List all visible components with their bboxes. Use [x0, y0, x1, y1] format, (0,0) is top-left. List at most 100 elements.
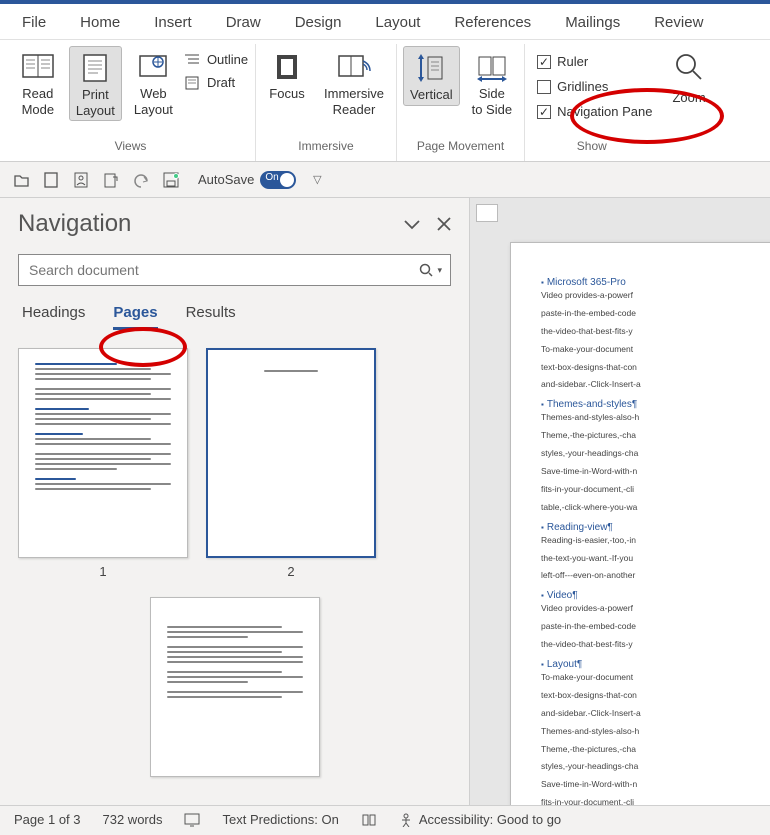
- doc-heading: Layout¶: [541, 659, 770, 670]
- doc-heading: Reading-view¶: [541, 522, 770, 533]
- tab-layout[interactable]: Layout: [363, 10, 432, 35]
- document-view[interactable]: Microsoft 365-Pro Video provides-a-power…: [470, 198, 770, 805]
- web-layout-button[interactable]: Web Layout: [128, 46, 179, 119]
- doc-text: styles,-your-headings-cha: [541, 448, 770, 460]
- doc-text: Themes-and-styles-also-h: [541, 412, 770, 424]
- nav-tabs: Headings Pages Results: [18, 304, 451, 330]
- doc-text: paste-in-the-embed-code: [541, 308, 770, 320]
- immersive-reader-label: Immersive Reader: [324, 86, 384, 117]
- outline-icon: [185, 53, 201, 67]
- customize-qat-icon[interactable]: ▽: [308, 171, 326, 189]
- focus-button[interactable]: Focus: [262, 46, 312, 104]
- outline-label: Outline: [207, 52, 248, 67]
- vertical-button[interactable]: Vertical: [403, 46, 460, 106]
- ruler-checkbox[interactable]: Ruler: [537, 52, 652, 71]
- read-mode-icon: [20, 50, 56, 84]
- tab-file[interactable]: File: [10, 10, 58, 35]
- tab-references[interactable]: References: [442, 10, 543, 35]
- status-page[interactable]: Page 1 of 3: [14, 812, 81, 827]
- doc-text: and-sidebar.-Click-Insert-a: [541, 708, 770, 720]
- main-area: Navigation ▾ Headings Pages Results: [0, 198, 770, 805]
- display-icon: [184, 813, 200, 827]
- search-box[interactable]: ▾: [18, 254, 451, 286]
- contact-icon[interactable]: [72, 171, 90, 189]
- checkbox-icon: [537, 80, 551, 94]
- tab-insert[interactable]: Insert: [142, 10, 204, 35]
- navigation-pane-checkbox[interactable]: Navigation Pane: [537, 102, 652, 121]
- side-to-side-label: Side to Side: [472, 86, 512, 117]
- print-layout-label: Print Layout: [76, 87, 115, 118]
- doc-heading: Themes-and-styles¶: [541, 399, 770, 410]
- status-text-predictions[interactable]: Text Predictions: On: [222, 812, 338, 827]
- doc-text: Video provides-a-powerf: [541, 290, 770, 302]
- doc-text: paste-in-the-embed-code: [541, 621, 770, 633]
- quick-access-toolbar: AutoSave On ▽: [0, 162, 770, 198]
- document-page[interactable]: Microsoft 365-Pro Video provides-a-power…: [510, 242, 770, 805]
- status-words[interactable]: 732 words: [103, 812, 163, 827]
- group-views: Read Mode Print Layout Web Layout Outlin…: [6, 44, 256, 161]
- immersive-group-label: Immersive: [298, 137, 353, 159]
- gridlines-label: Gridlines: [557, 79, 608, 94]
- doc-text: text-box-designs-that-con: [541, 362, 770, 374]
- draft-icon: [185, 76, 201, 90]
- print-layout-icon: [77, 51, 113, 85]
- tab-home[interactable]: Home: [68, 10, 132, 35]
- autosave-toggle[interactable]: AutoSave On: [198, 171, 296, 189]
- zoom-button[interactable]: Zoom: [666, 48, 711, 109]
- thumbnail-2-label: 2: [287, 564, 294, 579]
- tab-design[interactable]: Design: [283, 10, 354, 35]
- doc-text: left-off---even-on-another: [541, 570, 770, 582]
- undo-icon[interactable]: [132, 171, 150, 189]
- accessibility-label: Accessibility: Good to go: [419, 812, 561, 827]
- navigation-title: Navigation: [18, 210, 131, 238]
- chevron-down-icon[interactable]: [403, 218, 421, 230]
- autosave-label: AutoSave: [198, 172, 254, 187]
- thumbnail-page-1[interactable]: [18, 348, 188, 558]
- accessibility-icon: [399, 813, 413, 827]
- immersive-reader-icon: [336, 50, 372, 84]
- print-layout-button[interactable]: Print Layout: [69, 46, 122, 121]
- outline-button[interactable]: Outline: [185, 52, 248, 67]
- search-input[interactable]: [27, 261, 419, 279]
- doc-text: the-video-that-best-fits-y: [541, 639, 770, 651]
- doc-heading: Microsoft 365-Pro: [541, 277, 770, 288]
- gridlines-checkbox[interactable]: Gridlines: [537, 77, 652, 96]
- close-icon[interactable]: [437, 217, 451, 231]
- tab-draw[interactable]: Draw: [214, 10, 273, 35]
- tab-headings[interactable]: Headings: [22, 304, 85, 330]
- tab-mailings[interactable]: Mailings: [553, 10, 632, 35]
- book-icon: [361, 813, 377, 827]
- views-group-label: Views: [115, 137, 147, 159]
- checkbox-icon: [537, 55, 551, 69]
- page-movement-group-label: Page Movement: [417, 137, 504, 159]
- side-to-side-button[interactable]: Side to Side: [466, 46, 518, 119]
- navigation-pane: Navigation ▾ Headings Pages Results: [0, 198, 470, 805]
- immersive-reader-button[interactable]: Immersive Reader: [318, 46, 390, 119]
- tab-results[interactable]: Results: [186, 304, 236, 330]
- doc-text: table,-click-where-you-wa: [541, 502, 770, 514]
- status-accessibility[interactable]: Accessibility: Good to go: [399, 812, 561, 827]
- thumbnail-page-2[interactable]: [206, 348, 376, 558]
- tab-review[interactable]: Review: [642, 10, 715, 35]
- new-icon[interactable]: [42, 171, 60, 189]
- group-show: Ruler Gridlines Navigation Pane Show: [525, 44, 658, 161]
- doc-text: the-text-you-want.-If-you: [541, 553, 770, 565]
- ruler-corner: [476, 204, 498, 222]
- doc-text: Save-time-in-Word-with-n: [541, 779, 770, 791]
- thumbnail-1-label: 1: [99, 564, 106, 579]
- export-icon[interactable]: [102, 171, 120, 189]
- open-icon[interactable]: [12, 171, 30, 189]
- search-icon[interactable]: [419, 263, 433, 277]
- doc-text: Themes-and-styles-also-h: [541, 726, 770, 738]
- vertical-label: Vertical: [410, 87, 453, 103]
- save-icon[interactable]: [162, 171, 180, 189]
- tab-pages[interactable]: Pages: [113, 304, 157, 330]
- search-dropdown-icon[interactable]: ▾: [437, 265, 442, 276]
- ribbon-body: Read Mode Print Layout Web Layout Outlin…: [0, 40, 770, 162]
- thumbnail-page-3[interactable]: [150, 597, 320, 777]
- group-page-movement: Vertical Side to Side Page Movement: [397, 44, 525, 161]
- read-mode-button[interactable]: Read Mode: [13, 46, 63, 119]
- status-display-settings[interactable]: [184, 813, 200, 827]
- status-spelling[interactable]: [361, 813, 377, 827]
- draft-button[interactable]: Draft: [185, 75, 248, 90]
